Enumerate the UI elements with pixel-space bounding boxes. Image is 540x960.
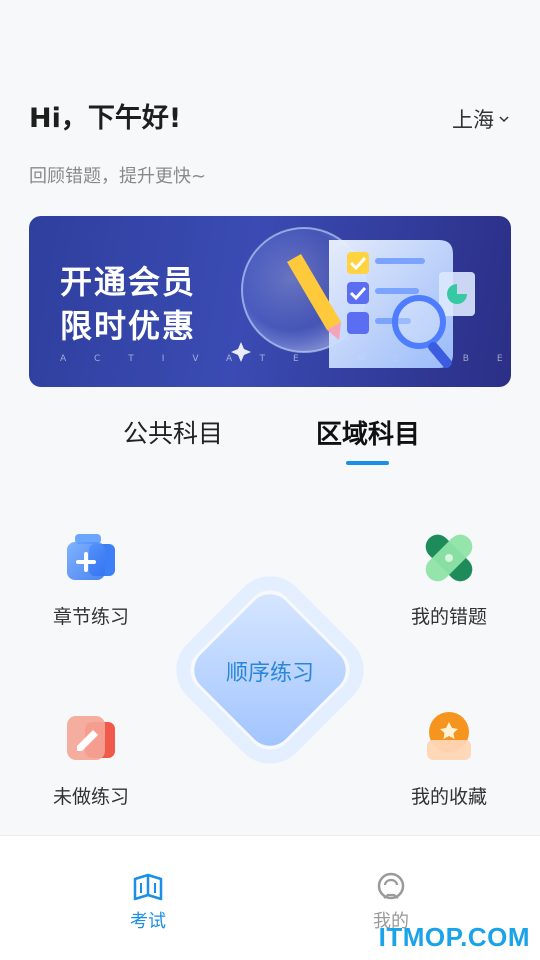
my-wrong-questions-button[interactable]: 我的错题 [379,528,519,629]
nav-exam[interactable]: 考试 [108,871,188,933]
my-wrong-questions-label: 我的错题 [410,606,487,628]
my-favorites-label: 我的收藏 [410,786,487,808]
tab-regional-subjects[interactable]: 区域科目 [316,414,420,451]
site-watermark: ITMOP.COM [378,922,530,952]
sequential-practice-label: 顺序练习 [225,661,314,686]
checklist-illustration-icon [231,227,475,369]
banner-title-line2: 限时优惠 [60,307,197,345]
greeting-subtitle: 回顾错题，提升更快~ [29,166,207,187]
bandage-icon [425,534,473,582]
chapter-practice-icon [67,534,115,580]
book-icon [133,873,163,901]
chapter-practice-button[interactable]: 章节练习 [21,528,161,629]
active-tab-indicator [346,461,389,465]
banner-title-line1: 开通会员 [60,263,197,301]
favorite-box-icon [427,712,471,760]
banner-title: 开通会员 限时优惠 [60,260,196,348]
chapter-practice-label: 章节练习 [52,606,129,628]
subject-tabs: 公共科目 区域科目 [0,414,540,474]
undone-practice-label: 未做练习 [52,786,129,808]
nav-exam-label: 考试 [130,911,166,932]
chevron-down-icon [499,116,509,123]
city-label: 上海 [452,108,494,132]
city-selector[interactable]: 上海 [452,104,510,134]
greeting-title: Hi，下午好! [29,103,182,134]
my-favorites-button[interactable]: 我的收藏 [379,708,519,809]
undone-practice-button[interactable]: 未做练习 [21,708,161,809]
edit-note-icon [67,716,115,760]
tab-public-subjects[interactable]: 公共科目 [123,414,223,450]
membership-banner[interactable]: 开通会员 限时优惠 ACTIVATE MEMBERSHIP [29,216,511,387]
user-icon [377,872,405,900]
